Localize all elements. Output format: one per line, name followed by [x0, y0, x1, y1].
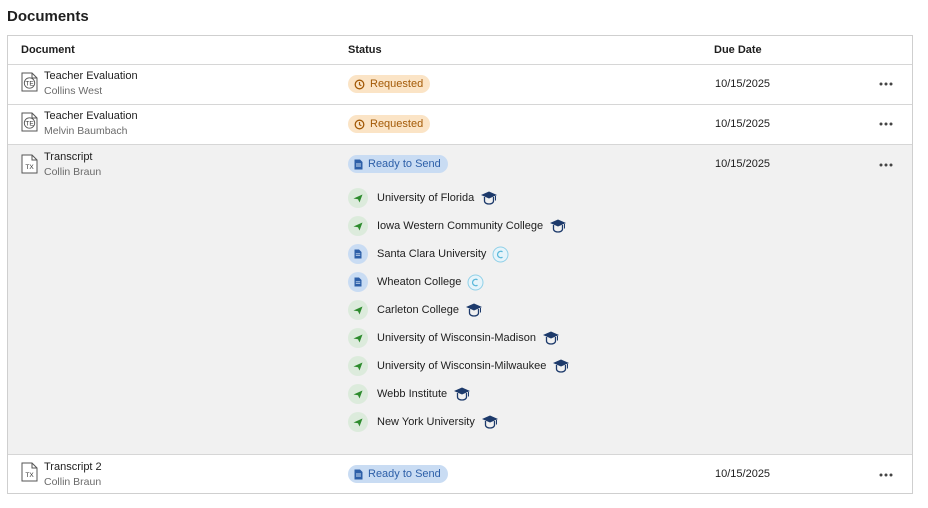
sent-status-icon: [348, 356, 368, 376]
college-name: University of Florida: [377, 192, 475, 204]
college-name: Santa Clara University: [377, 248, 487, 260]
graduation-cap-icon: [481, 414, 499, 430]
college-name: Webb Institute: [377, 388, 448, 400]
table-row[interactable]: TE Teacher Evaluation Collins West Reque…: [8, 64, 912, 105]
document-icon: [354, 159, 363, 169]
svg-text:TE: TE: [25, 121, 34, 128]
sent-arrow-icon: [353, 306, 363, 314]
college-item[interactable]: University of Wisconsin-Milwaukee: [348, 356, 570, 376]
status-label: Requested: [370, 118, 424, 130]
table-row[interactable]: TX Transcript 2 Collin Braun Ready to Se…: [8, 455, 912, 494]
college-item[interactable]: Webb Institute: [348, 384, 471, 404]
college-item[interactable]: University of Wisconsin-Madison: [348, 328, 560, 348]
more-options-button[interactable]: [876, 77, 896, 91]
sent-status-icon: [348, 300, 368, 320]
document-name[interactable]: Transcript 2: [44, 461, 102, 473]
due-date: 10/15/2025: [715, 118, 771, 130]
sent-status-icon: [348, 384, 368, 404]
ready-status-icon: [348, 272, 368, 292]
graduation-cap-icon: [552, 358, 570, 374]
college-item[interactable]: New York University: [348, 412, 499, 432]
college-item[interactable]: Wheaton College: [348, 272, 484, 292]
document-icon: [354, 469, 363, 479]
status-badge-requested: Requested: [348, 75, 431, 93]
more-options-button[interactable]: [876, 468, 896, 482]
column-header-due-date[interactable]: Due Date: [714, 44, 762, 56]
college-item[interactable]: Carleton College: [348, 300, 483, 320]
clock-icon: [354, 79, 365, 89]
graduation-cap-icon: [549, 218, 567, 234]
college-name: University of Wisconsin-Milwaukee: [377, 360, 547, 372]
transcript-icon: TX: [21, 154, 38, 174]
status-label: Requested: [370, 78, 424, 90]
ellipsis-icon: [879, 82, 893, 86]
status-badge-requested: Requested: [348, 115, 431, 133]
sent-arrow-icon: [353, 362, 363, 370]
due-date: 10/15/2025: [715, 158, 771, 170]
teacher-evaluation-icon: TE: [21, 72, 38, 92]
graduation-cap-icon: [465, 302, 483, 318]
sent-status-icon: [348, 412, 368, 432]
status-badge-ready-to-send: Ready to Send: [348, 465, 448, 483]
common-app-icon: [467, 274, 484, 291]
column-header-document[interactable]: Document: [21, 44, 75, 56]
student-name: Melvin Baumbach: [44, 125, 128, 137]
sent-arrow-icon: [353, 390, 363, 398]
student-name: Collin Braun: [44, 476, 102, 488]
table-row-expanded[interactable]: TX Transcript Collin Braun Ready to Send…: [8, 145, 912, 455]
college-item[interactable]: University of Florida: [348, 188, 498, 208]
ellipsis-icon: [879, 122, 893, 126]
ellipsis-icon: [879, 163, 893, 167]
more-options-button[interactable]: [876, 158, 896, 172]
sent-status-icon: [348, 188, 368, 208]
table-header: Document Status Due Date: [8, 36, 912, 65]
sent-arrow-icon: [353, 194, 363, 202]
status-badge-ready-to-send: Ready to Send: [348, 155, 448, 173]
college-name: Carleton College: [377, 304, 459, 316]
college-name: New York University: [377, 416, 475, 428]
sent-status-icon: [348, 216, 368, 236]
common-app-icon: [492, 246, 509, 263]
svg-text:TE: TE: [25, 81, 34, 88]
due-date: 10/15/2025: [715, 468, 771, 480]
sent-arrow-icon: [353, 334, 363, 342]
page-title: Documents: [7, 8, 89, 25]
document-icon: [354, 277, 362, 287]
college-name: Iowa Western Community College: [377, 220, 544, 232]
clock-icon: [354, 119, 365, 129]
college-name: University of Wisconsin-Madison: [377, 332, 536, 344]
graduation-cap-icon: [542, 330, 560, 346]
college-name: Wheaton College: [377, 276, 462, 288]
documents-table: Document Status Due Date TE Teacher Eval…: [7, 35, 913, 494]
ellipsis-icon: [879, 473, 893, 477]
college-item[interactable]: Iowa Western Community College: [348, 216, 567, 236]
student-name: Collins West: [44, 85, 103, 97]
ready-status-icon: [348, 244, 368, 264]
status-label: Ready to Send: [368, 158, 441, 170]
student-name: Collin Braun: [44, 166, 102, 178]
graduation-cap-icon: [480, 190, 498, 206]
column-header-status[interactable]: Status: [348, 44, 382, 56]
more-options-button[interactable]: [876, 117, 896, 131]
sent-arrow-icon: [353, 418, 363, 426]
college-item[interactable]: Santa Clara University: [348, 244, 509, 264]
document-name[interactable]: Teacher Evaluation: [44, 110, 138, 122]
svg-text:TX: TX: [25, 164, 34, 171]
status-label: Ready to Send: [368, 468, 441, 480]
due-date: 10/15/2025: [715, 78, 771, 90]
sent-arrow-icon: [353, 222, 363, 230]
svg-text:TX: TX: [25, 472, 34, 479]
document-icon: [354, 249, 362, 259]
document-name[interactable]: Teacher Evaluation: [44, 70, 138, 82]
graduation-cap-icon: [453, 386, 471, 402]
table-row[interactable]: TE Teacher Evaluation Melvin Baumbach Re…: [8, 105, 912, 145]
document-name[interactable]: Transcript: [44, 151, 93, 163]
sent-status-icon: [348, 328, 368, 348]
transcript-icon: TX: [21, 462, 38, 482]
teacher-evaluation-icon: TE: [21, 112, 38, 132]
